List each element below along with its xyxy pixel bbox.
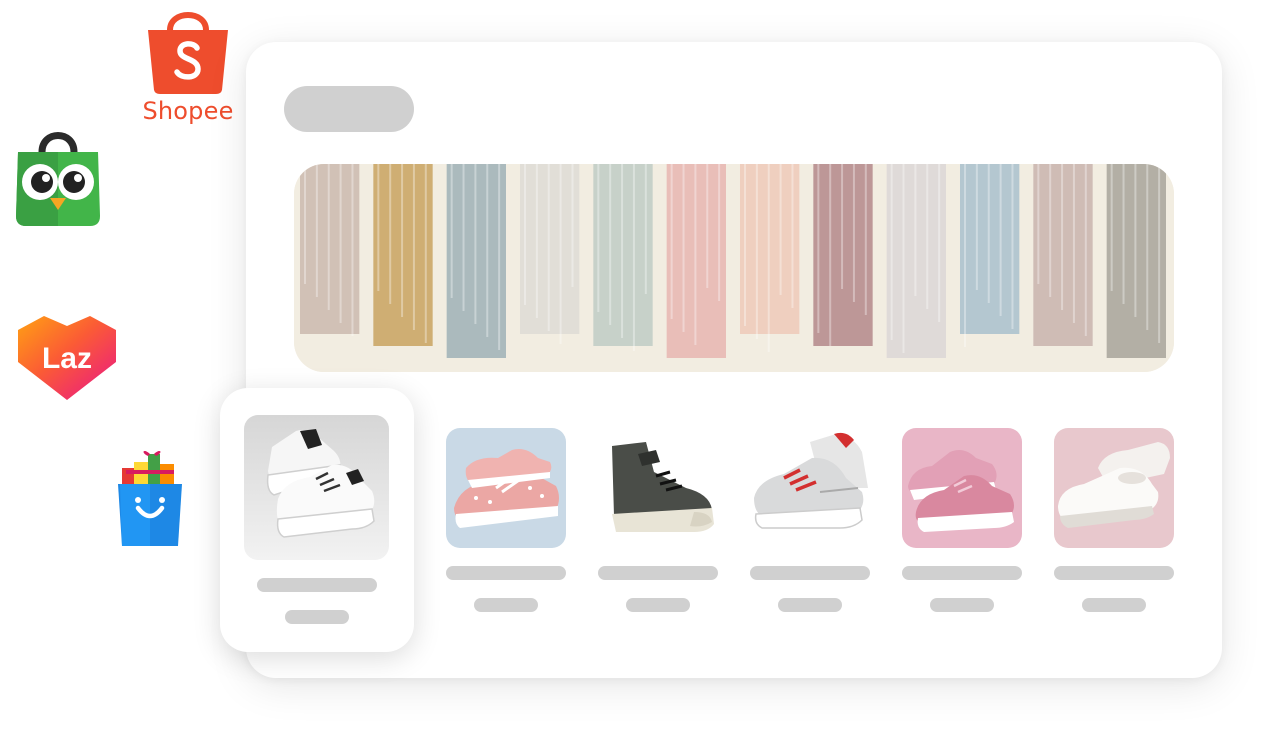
white-slip-on-shoe-image — [1054, 428, 1174, 548]
product-price-placeholder — [474, 598, 538, 612]
shopee-logo[interactable]: Shopee — [140, 4, 236, 130]
shopee-wordmark: Shopee — [142, 97, 234, 125]
lazada-heart-icon: Laz — [18, 316, 116, 400]
product-tile[interactable] — [1054, 428, 1174, 612]
product-tile[interactable] — [446, 428, 566, 612]
pastel-paint-swatches-banner — [294, 164, 1174, 372]
tokopedia-logo[interactable] — [12, 126, 104, 230]
product-name-placeholder — [902, 566, 1022, 580]
product-name-placeholder — [1054, 566, 1174, 580]
tokopedia-owl-icon — [16, 132, 100, 226]
bukalapak-logo[interactable] — [114, 448, 186, 550]
product-tile[interactable] — [750, 428, 870, 612]
pink-dotted-sneaker-image — [446, 428, 566, 548]
featured-product-price-placeholder — [285, 610, 349, 624]
product-price-placeholder — [1082, 598, 1146, 612]
product-image[interactable] — [750, 428, 870, 548]
product-name-placeholder — [750, 566, 870, 580]
lazada-logo[interactable]: Laz — [16, 316, 118, 400]
product-name-placeholder — [446, 566, 566, 580]
product-image[interactable] — [446, 428, 566, 548]
product-image[interactable] — [598, 428, 718, 548]
product-price-placeholder — [930, 598, 994, 612]
featured-product-image[interactable] — [244, 415, 389, 560]
product-name-placeholder — [598, 566, 718, 580]
black-high-top-sneaker-image — [598, 428, 718, 548]
product-price-placeholder — [626, 598, 690, 612]
product-image[interactable] — [902, 428, 1022, 548]
featured-product-card[interactable] — [220, 388, 414, 652]
lazada-wordmark: Laz — [42, 342, 92, 375]
pink-knit-sneaker-image — [902, 428, 1022, 548]
store-banner[interactable] — [294, 164, 1174, 372]
white-red-running-shoe-image — [750, 428, 870, 548]
product-tile[interactable] — [902, 428, 1022, 612]
store-title-placeholder — [284, 86, 414, 132]
shopee-bag-icon — [148, 12, 228, 94]
gift-bag-icon — [118, 450, 182, 546]
product-image[interactable] — [1054, 428, 1174, 548]
product-tile[interactable] — [598, 428, 718, 612]
product-price-placeholder — [778, 598, 842, 612]
featured-product-name-placeholder — [257, 578, 377, 592]
white-sneaker-image — [244, 415, 389, 560]
